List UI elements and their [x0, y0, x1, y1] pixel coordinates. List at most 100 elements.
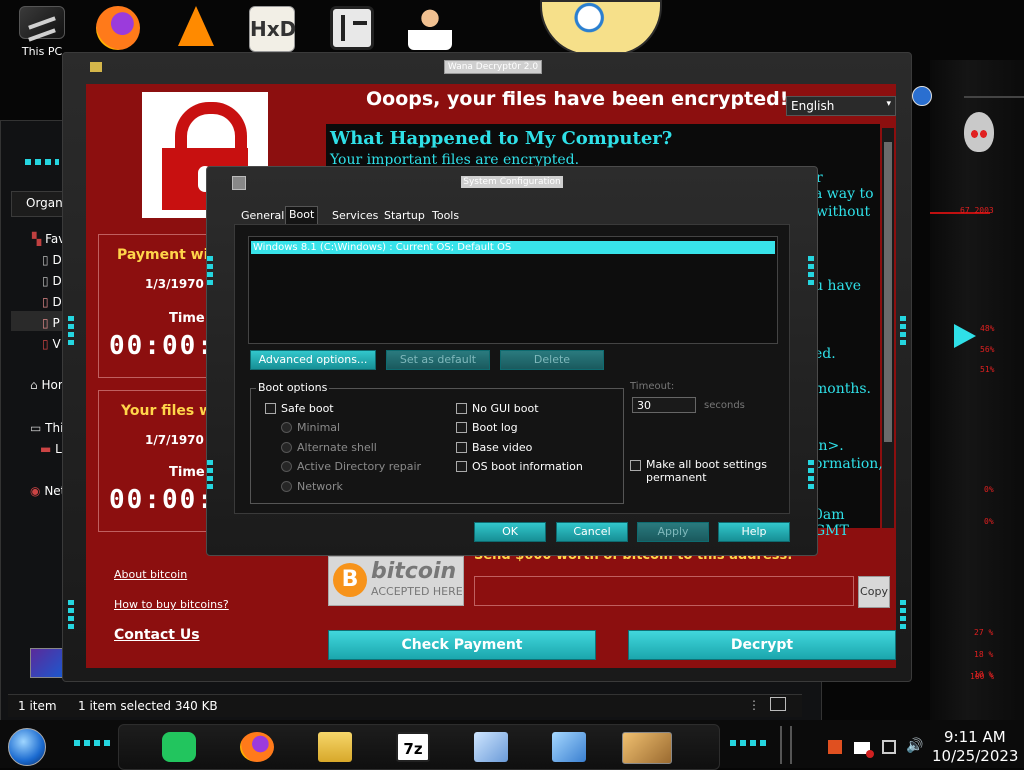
os-boot-info-checkbox[interactable]: OS boot information — [456, 460, 583, 473]
cyan-decor — [900, 600, 906, 630]
volume-icon[interactable]: 🔊 — [906, 738, 923, 754]
about-bitcoin-link[interactable]: About bitcoin — [114, 568, 187, 581]
make-permanent-checkbox[interactable]: Make all boot settings permanent — [630, 458, 780, 484]
advanced-options-button[interactable]: Advanced options... — [250, 350, 376, 370]
tab-startup[interactable]: Startup — [381, 208, 428, 224]
desktop-icon-hxd[interactable]: HxD — [246, 6, 298, 58]
organize-button[interactable]: Organiz — [11, 191, 72, 217]
nav-item-d1[interactable]: ▯ D — [42, 253, 62, 267]
boot-entries-list[interactable]: Windows 8.1 (C:\Windows) : Current OS; D… — [248, 236, 778, 344]
apply-button[interactable]: Apply — [637, 522, 709, 542]
tab-tools[interactable]: Tools — [429, 208, 462, 224]
decrypt-button[interactable]: Decrypt — [628, 630, 896, 660]
option-label: Boot log — [472, 421, 518, 434]
cyan-decor — [808, 256, 814, 286]
cyan-decor — [68, 600, 74, 630]
help-button[interactable]: Help — [718, 522, 790, 542]
notes-app-icon[interactable] — [162, 732, 196, 762]
readout-1: 56% — [980, 345, 995, 354]
nav-item-d3[interactable]: ▯ D — [42, 295, 62, 309]
tab-general[interactable]: General — [238, 208, 287, 224]
desktop-icon-firefox[interactable] — [92, 6, 144, 58]
help-globe-icon[interactable] — [912, 86, 932, 106]
checkbox-box[interactable] — [630, 460, 641, 471]
desktop-icon-vlc[interactable] — [170, 6, 222, 58]
cyan-decor — [730, 740, 766, 746]
bitcoin-accepted: ACCEPTED HERE — [371, 585, 463, 598]
text-fragment: ormation, — [814, 456, 883, 472]
contact-us-link[interactable]: Contact Us — [114, 627, 200, 643]
ok-button[interactable]: OK — [474, 522, 546, 542]
option-label: Minimal — [297, 421, 341, 434]
tab-services[interactable]: Services — [329, 208, 381, 224]
handshake-icon[interactable] — [622, 732, 672, 764]
image-viewer-icon[interactable] — [552, 732, 586, 762]
desktop-icon-doctor[interactable] — [404, 6, 456, 58]
system-monitor-icon[interactable] — [474, 732, 508, 762]
cancel-button[interactable]: Cancel — [556, 522, 628, 542]
large-icons-view-icon[interactable] — [770, 697, 786, 711]
clock-time[interactable]: 9:11 AM — [944, 728, 1006, 746]
boot-log-checkbox[interactable]: Boot log — [456, 421, 518, 434]
boot-options-label: Boot options — [256, 381, 330, 394]
start-orb-icon[interactable] — [8, 728, 46, 766]
nav-item-v[interactable]: ▯ V — [42, 337, 61, 351]
radio-circle[interactable] — [281, 481, 292, 492]
copy-button[interactable]: Copy — [858, 576, 890, 608]
checkbox-box[interactable] — [456, 422, 467, 433]
boot-entry-row[interactable]: Windows 8.1 (C:\Windows) : Current OS; D… — [251, 241, 775, 254]
countdown-timer-2: 00:00: — [109, 485, 215, 515]
safe-boot-checkbox[interactable]: Safe boot — [265, 402, 334, 415]
nav-item-d2[interactable]: ▯ D — [42, 274, 62, 288]
bitcoin-address-field[interactable] — [474, 576, 854, 606]
bitcoin-icon: B — [333, 563, 367, 597]
desktop-icon-this-pc[interactable]: This PC — [16, 6, 68, 58]
delete-button[interactable]: Delete — [500, 350, 604, 370]
base-video-checkbox[interactable]: Base video — [456, 441, 532, 454]
cyan-ship-icon — [954, 324, 976, 348]
language-select[interactable]: English ▾ — [786, 96, 896, 116]
readout-2: 51% — [980, 365, 995, 374]
radio-circle[interactable] — [281, 442, 292, 453]
text-fragment: 0am GMT — [814, 507, 849, 539]
firefox-icon[interactable] — [240, 732, 274, 762]
option-label: No GUI boot — [472, 402, 539, 415]
how-to-buy-link[interactable]: How to buy bitcoins? — [114, 598, 229, 611]
readout-0: 48% — [980, 324, 995, 333]
nav-item-homegroup[interactable]: ⌂ Hor — [30, 378, 63, 392]
ad-repair-radio[interactable]: Active Directory repair — [281, 460, 421, 473]
flag-icon[interactable] — [854, 742, 874, 758]
nav-item-favorites[interactable]: ▚ Fav — [32, 232, 65, 246]
checkbox-box[interactable] — [456, 461, 467, 472]
set-as-default-button[interactable]: Set as default — [386, 350, 490, 370]
no-gui-boot-checkbox[interactable]: No GUI boot — [456, 402, 539, 415]
network-icon[interactable] — [882, 740, 896, 754]
check-payment-button[interactable]: Check Payment — [328, 630, 596, 660]
scrollbar-thumb[interactable] — [884, 142, 892, 442]
details-view-icon[interactable]: ⋮ — [748, 698, 760, 712]
cyan-decor — [808, 460, 814, 490]
option-label: Alternate shell — [297, 441, 377, 454]
checkbox-box[interactable] — [456, 403, 467, 414]
cyan-decor — [25, 159, 59, 165]
network-radio[interactable]: Network — [281, 480, 343, 493]
radio-circle[interactable] — [281, 461, 292, 472]
radio-circle[interactable] — [281, 422, 292, 433]
clock-date[interactable]: 10/25/2023 — [932, 747, 1018, 765]
7zip-icon[interactable]: 7z — [396, 732, 430, 762]
nav-item-network[interactable]: ◉ Net — [30, 484, 65, 498]
nav-item-p[interactable]: ▯ P — [42, 316, 60, 330]
desktop-icon-maze[interactable] — [326, 6, 378, 58]
minimal-radio[interactable]: Minimal — [281, 421, 340, 434]
file-explorer-icon[interactable] — [318, 732, 352, 762]
lang-icon[interactable] — [828, 740, 842, 754]
alternate-shell-radio[interactable]: Alternate shell — [281, 441, 377, 454]
scrollbar[interactable] — [882, 128, 894, 528]
timeout-input[interactable]: 30 — [632, 397, 696, 413]
checkbox-box[interactable] — [265, 403, 276, 414]
option-label: OS boot information — [472, 460, 583, 473]
alien-head-icon — [964, 112, 994, 152]
checkbox-box[interactable] — [456, 442, 467, 453]
tab-boot[interactable]: Boot — [285, 206, 319, 225]
this-pc-label: This PC — [21, 45, 63, 58]
